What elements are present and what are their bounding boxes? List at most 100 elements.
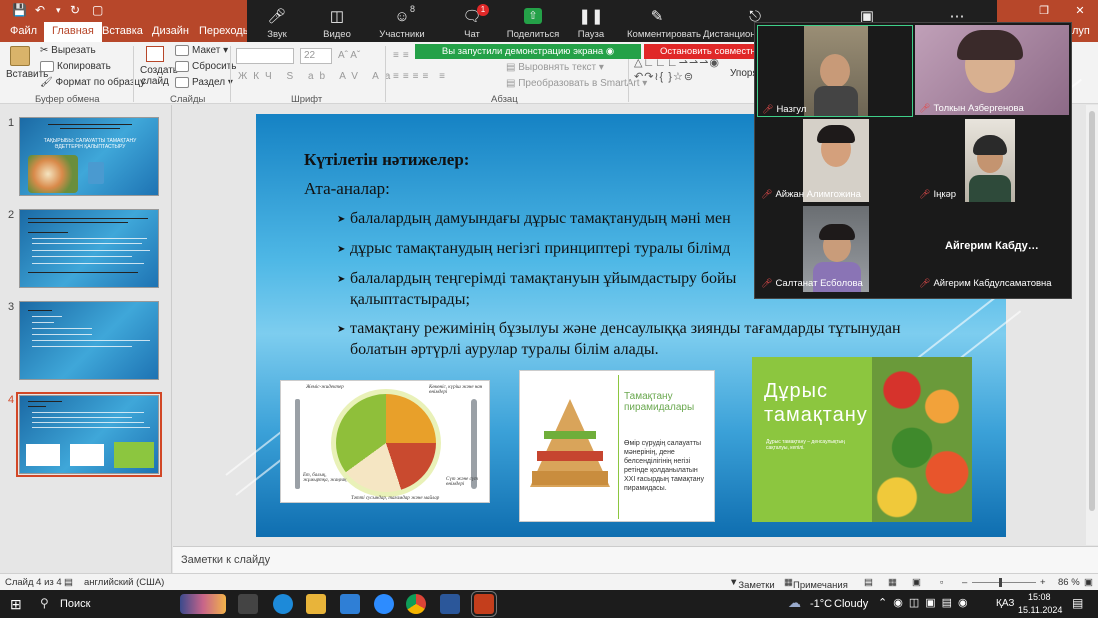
clock-date[interactable]: 15.11.2024 <box>1018 605 1062 615</box>
zoom-in-button[interactable]: + <box>1040 577 1046 588</box>
muted-mic-icon: 🎤︎ <box>761 189 773 199</box>
bullet-item: балалардың дамуындағы дұрыс тамақтанудың… <box>350 210 731 227</box>
thumbnail-number: 1 <box>8 117 15 129</box>
comments-button[interactable]: ▦ Примечания <box>784 577 848 591</box>
reset-button[interactable]: Сбросить <box>175 61 236 72</box>
participant-display-name: Айгерим Кабду… <box>945 240 1039 252</box>
video-tile[interactable]: 🎤︎ Айжан Алимгожина <box>757 119 913 204</box>
bullet-icon: ➤ <box>337 324 346 335</box>
food-pyramid-image[interactable]: Тамақтану пирамидалары Өмір сүрудің сала… <box>519 370 715 522</box>
video-tile[interactable]: 🎤︎ Салтанат Есболова <box>757 206 913 294</box>
weather-temp[interactable]: -1°C <box>810 598 832 610</box>
notes-pane[interactable]: Заметки к слайду <box>173 546 1098 573</box>
fit-slide-icon[interactable]: ▣ <box>1084 577 1093 588</box>
video-tile[interactable]: 🎤︎ Назгул <box>757 25 913 117</box>
healthy-plate-image[interactable]: Жеміс-жидектер Көкөніс, күріш және нан ө… <box>280 380 490 503</box>
slide-sorter-icon[interactable]: ▦ <box>888 577 897 588</box>
task-view-icon[interactable] <box>238 594 258 614</box>
bullet-icon: ➤ <box>337 274 346 285</box>
microphone-icon: 🎤︎ <box>267 8 287 25</box>
paste-button[interactable]: Вставить <box>6 46 48 80</box>
healthy-eating-image[interactable]: Дұрыс тамақтану Дұрыс тамақтану – денсау… <box>752 357 972 522</box>
text-align-button[interactable]: ▤ Выровнять текст ▾ <box>506 62 604 73</box>
vertical-scrollbar[interactable] <box>1086 105 1098 545</box>
powerpoint-icon[interactable] <box>471 591 497 617</box>
align-buttons[interactable]: ≡≡≡≡ ≡ <box>393 71 449 82</box>
reading-view-icon[interactable]: ▣ <box>912 577 921 588</box>
word-icon[interactable] <box>440 594 460 614</box>
slide-thumbnail-4[interactable] <box>16 392 162 477</box>
restore-window-button[interactable]: ❐ <box>1026 0 1062 22</box>
taskbar-search[interactable]: Поиск <box>60 598 90 610</box>
video-button[interactable]: ◫ Видео <box>307 0 367 42</box>
zoom-slider[interactable] <box>972 578 1036 587</box>
slideshow-view-icon[interactable]: ▫ <box>940 577 943 588</box>
slide-thumbnail-2[interactable] <box>19 209 159 288</box>
tab-overflow[interactable]: луп <box>1072 25 1090 37</box>
slide-thumbnail-3[interactable] <box>19 301 159 380</box>
font-size-input[interactable]: 22 <box>300 48 332 64</box>
weather-text[interactable]: Cloudy <box>834 598 868 610</box>
zoom-out-button[interactable]: – <box>962 577 967 588</box>
tab-home[interactable]: Главная <box>44 22 102 42</box>
tray-icons[interactable]: ⌃◉◫▣▤◉ <box>878 596 974 609</box>
cut-button[interactable]: ✂ Вырезать <box>40 45 96 56</box>
annotate-button[interactable]: ✎ Комментировать <box>627 0 701 42</box>
zoom-level[interactable]: 86 % <box>1058 577 1080 588</box>
font-name-input[interactable] <box>236 48 294 64</box>
shield-icon: ◉ <box>605 46 615 57</box>
scissors-icon: ✂ <box>40 45 52 56</box>
spellcheck-icon[interactable]: ▤ <box>64 577 73 588</box>
share-button[interactable]: ⇧ Поделиться <box>503 0 563 42</box>
clock-time[interactable]: 15:08 <box>1028 592 1051 602</box>
close-window-button[interactable]: ✕ <box>1062 0 1098 22</box>
video-tile[interactable]: 🎤︎ Толкын Азбергенова <box>915 25 1069 117</box>
new-slide-button[interactable]: Создать слайд <box>140 46 178 87</box>
edge-icon[interactable] <box>273 594 293 614</box>
undo-dropdown-icon[interactable]: ▾ <box>56 5 61 16</box>
clipboard-icon <box>10 46 30 66</box>
language-indicator[interactable]: английский (США) <box>84 577 164 588</box>
shapes-gallery[interactable]: △∟∟∟⇀⇀⇀◉ ↶↷≀{ }☆⊜ <box>634 56 724 88</box>
stop-share-button[interactable]: Остановить совместное <box>644 44 755 59</box>
zoom-app-icon[interactable] <box>374 594 394 614</box>
redo-icon[interactable]: ↻ <box>70 3 80 17</box>
zoom-slider-thumb[interactable] <box>999 578 1002 587</box>
tab-insert[interactable]: Вставка <box>102 25 143 37</box>
layout-button[interactable]: Макет ▾ <box>175 45 228 56</box>
participant-video <box>915 25 1069 115</box>
muted-mic-icon: 🎤︎ <box>761 278 773 288</box>
mail-icon[interactable] <box>340 594 360 614</box>
share-notice: Вы запустили демонстрацию экрана ◉ <box>415 44 641 59</box>
layout-icon <box>175 45 189 56</box>
slide-thumbnail-1[interactable]: ТАҚЫРЫБЫ: САЛАУАТТЫ ТАМАҚТАНУ ӘДЕТТЕРІН … <box>19 117 159 196</box>
copy-button[interactable]: Копировать <box>40 61 111 72</box>
notifications-icon[interactable]: ▤ <box>1072 596 1083 610</box>
video-tile[interactable]: 🎤︎ Іңкәр <box>915 119 1069 204</box>
scrollbar-thumb[interactable] <box>1089 111 1095 511</box>
normal-view-icon[interactable]: ▤ <box>864 577 873 588</box>
bullet-icon: ➤ <box>337 244 346 255</box>
tab-design[interactable]: Дизайн <box>152 25 189 37</box>
tab-transitions[interactable]: Переходы <box>199 25 251 37</box>
windows-start-icon[interactable]: ⊞ <box>10 596 22 613</box>
tab-file[interactable]: Файл <box>10 25 37 37</box>
font-grow-shrink[interactable]: Aˆ Aˇ <box>338 50 360 61</box>
section-button[interactable]: Раздел ▾ <box>175 77 233 88</box>
chrome-icon[interactable] <box>406 594 426 614</box>
slideshow-icon[interactable]: ▢ <box>92 3 103 17</box>
video-tile[interactable]: Айгерим Кабду… 🎤︎ Айгерим Кабдулсаматовна <box>915 206 1069 294</box>
save-icon[interactable]: 💾 <box>12 3 27 17</box>
knife-icon <box>471 399 477 489</box>
file-explorer-icon[interactable] <box>306 594 326 614</box>
format-painter-button[interactable]: 🖌 Формат по образцу <box>40 77 145 88</box>
chat-button[interactable]: 🗨︎ 1 Чат <box>442 0 502 42</box>
participants-button[interactable]: ☺ 8 Участники <box>372 0 432 42</box>
font-style-buttons[interactable]: ЖКЧ S ab AV Aa <box>238 71 396 82</box>
keyboard-language[interactable]: ҚАЗ <box>996 598 1014 609</box>
audio-button[interactable]: 🎤︎ Звук <box>247 0 307 42</box>
smartart-button[interactable]: ▤ Преобразовать в SmartArt ▾ <box>506 78 647 89</box>
pause-share-button[interactable]: ❚❚ Пауза <box>561 0 621 42</box>
undo-icon[interactable]: ↶ <box>35 3 45 17</box>
notes-button[interactable]: ▼ Заметки <box>729 577 775 591</box>
